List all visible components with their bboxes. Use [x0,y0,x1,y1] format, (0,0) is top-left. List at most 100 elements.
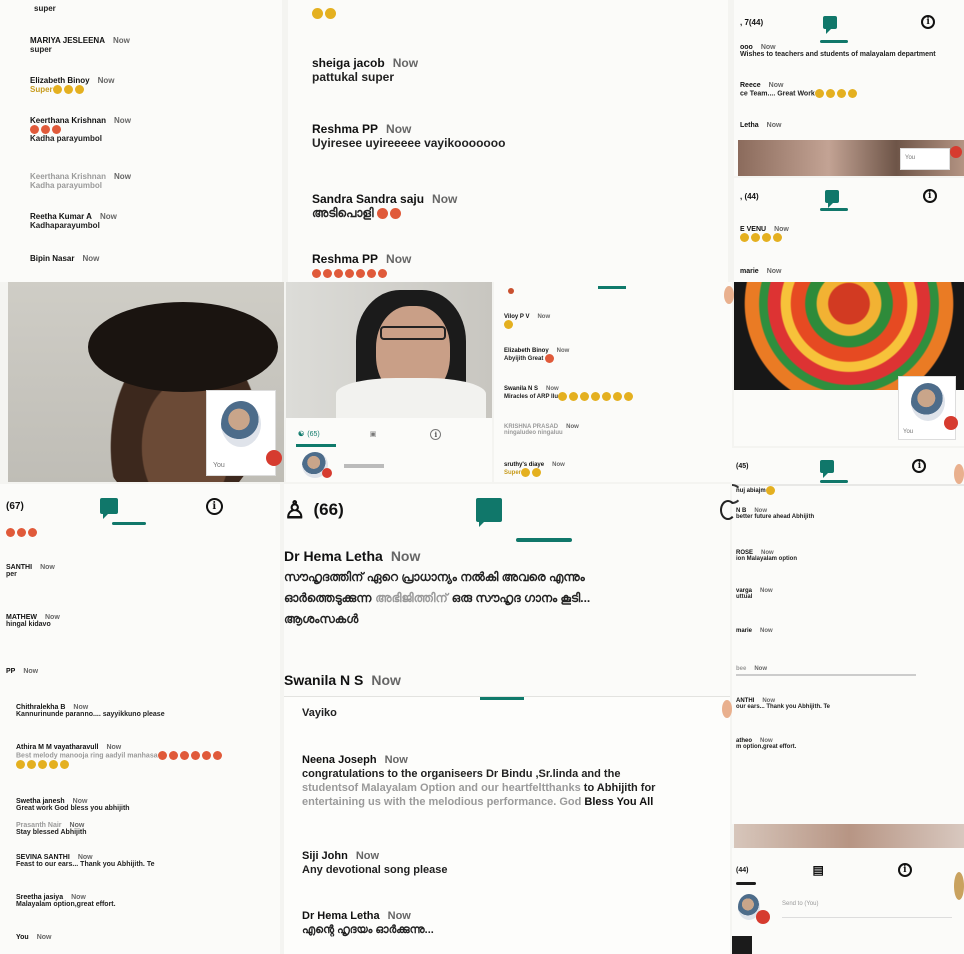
send-input-placeholder: Send to (You) [782,901,819,907]
chat-icon[interactable]: ▣ [370,430,377,438]
participant-video-left: You [8,282,284,482]
list-item: Athira M M vayatharavull Now Best melody m… [16,744,280,769]
send-message-input[interactable]: Send to (You) [782,900,952,918]
list-item: ooo Now Wishes to teachers and students of… [740,44,936,58]
list-item: You Now [16,934,52,941]
active-tab-indicator [820,40,848,43]
top-right-chat-1: , 7(44) i ooo Now Wishes to teachers and s… [734,0,964,176]
people-icon[interactable]: ☯ [298,430,304,438]
camera-off-badge [944,416,958,430]
list-item: nuj abiajm [736,486,964,495]
people-count[interactable]: (44) [736,867,748,874]
list-item: ANTHI Now our ears... Thank you Abhijith. … [736,698,831,710]
camera-off-badge [950,146,962,158]
tab-bar: (45) i [736,454,960,478]
list-item: sheiga jacob Now pattukal super [312,56,419,84]
video-thumbnail [734,824,964,848]
self-view: You [900,148,950,170]
middle-right-chat: Viloy P V Now Elizabeth Binoy Now Abyijith … [494,282,732,482]
list-item: Reshma PP Now Uyiresee uyireeeee vayikooo… [312,122,506,150]
active-tab-indicator [516,538,572,542]
chat-icon[interactable] [820,459,835,478]
bottom-center-chat: ♙ (66) Dr Hema Letha Now സൗഹൃദത്തിന് ഏറെ … [284,484,730,954]
white-robe [336,378,486,418]
people-count[interactable]: (67) [6,501,24,512]
tab-bar: , 7(44) i [740,10,960,34]
people-icon[interactable]: ♙ [284,496,306,525]
list-item: Sreetha jasiya Now Malayalam option,great … [16,894,116,908]
list-item: atheo Now m option,great effort. [736,738,797,750]
list-item: MATHEW Now hingal kidavo [6,614,60,628]
info-icon[interactable]: i [922,189,937,203]
list-item: Reetha Kumar A Now Kadhaparayumbol [30,212,117,230]
top-left-chat: super MARIYA JESLEENA Now super Elizabeth… [0,0,282,282]
bottom-left-chat: (67) i SANTHI Now per MATHEW Now hingal kida… [0,484,280,954]
list-item: SANTHI Now per [6,564,55,578]
participant-hair [88,302,278,392]
list-item: Reshma PP Now [312,252,728,280]
people-count[interactable]: (66) [314,500,344,520]
people-count[interactable]: (45) [736,463,748,470]
camera-off-badge [322,468,332,478]
reaction-bubble [724,286,734,304]
info-icon[interactable]: i [897,863,912,877]
people-count[interactable]: (65) [307,431,319,438]
chat-icon[interactable] [99,498,118,519]
camera-off-badge [266,450,282,466]
info-icon[interactable]: i [430,428,442,440]
chat-messages-lower: Vayiko Neena Joseph Now congratulations t… [284,696,730,954]
active-tab-indicator [736,882,756,885]
tab-bar: (44) ▤ i [736,858,960,882]
chat-icon[interactable] [824,189,839,208]
list-item: varga Now uttual [736,588,773,600]
list-item: Vayiko [302,707,337,719]
bottom-right-chat-2: (44) ▤ i Send to (You) [732,848,964,954]
list-item: super [34,4,56,13]
tab-bar: (67) i [6,492,276,520]
info-icon[interactable]: i [912,459,927,473]
video-thumbnail [732,936,752,954]
list-item: SEVINA SANTHI Now Feast to our ears... Tha… [16,854,155,868]
list-item: ROSE Now ion Malayalam option [736,550,798,562]
list-item: Chithralekha B Now Kannurinunde paranno...… [16,704,165,718]
list-item: Swetha janesh Now Great work God bless you… [16,798,130,812]
emoji [508,288,514,294]
people-count[interactable]: , 7(44) [740,18,763,27]
list-item: marie Now [740,268,782,275]
list-item: Dr Hema Letha Now സൗഹൃദത്തിന് ഏറെ പ്രാധാന… [284,548,591,626]
tab-bar: ♙ (66) [284,492,730,528]
list-item: Bipin Nasar Now [30,254,100,263]
info-icon[interactable]: i [921,15,936,29]
list-item: bee Now [736,666,964,678]
list-item: Reece Now ce Team.... Great Work [740,82,964,98]
list-item: sruthy's diaye Now Super [504,462,565,477]
list-item: Neena Joseph Now congratulations to the o… [302,754,656,808]
tab-bar: , (44) i [740,184,960,208]
list-item: Swanila N S Now Miracles of ARP Ilu [504,386,732,401]
bottom-right-chat-1: (45) i nuj abiajm N B Now better future ah… [732,448,964,824]
participant-video-center: ☯ (65) ▣ i [286,282,492,482]
list-item: N B Now better future ahead Abhijith [736,508,815,520]
people-count[interactable]: , (44) [740,192,759,201]
active-tab-indicator [598,286,626,289]
collage: { "top_left_chat": { "messages": [ {"nam… [0,0,964,954]
chat-icon[interactable]: ▤ [812,863,823,877]
pookalam-video [734,282,964,390]
reaction-bubble [954,464,964,484]
top-right-chat-2: , (44) i E VENU Now marie Now You [734,178,964,446]
info-icon[interactable]: i [205,497,223,515]
active-tab-indicator [820,208,848,211]
emoji-row [6,528,39,537]
chat-icon[interactable] [475,498,502,527]
active-tab-indicator [480,697,524,700]
self-view: You [206,390,276,476]
list-item: KRISHNA PRASAD Now ningaludeo ningaluu [504,424,579,436]
list-item: Keerthana Krishnan Now Kadha parayumbol [30,172,131,190]
reaction-bubble [954,872,964,900]
list-item: Elizabeth Binoy Now Super [30,76,115,95]
chat-icon[interactable] [823,15,838,34]
active-tab-indicator [296,444,336,447]
list-item: Keerthana Krishnan Now Kadha parayumbol [30,116,131,144]
list-item: Sandra Sandra saju Now അടിപൊളി [312,192,458,220]
active-tab-indicator [820,480,848,483]
